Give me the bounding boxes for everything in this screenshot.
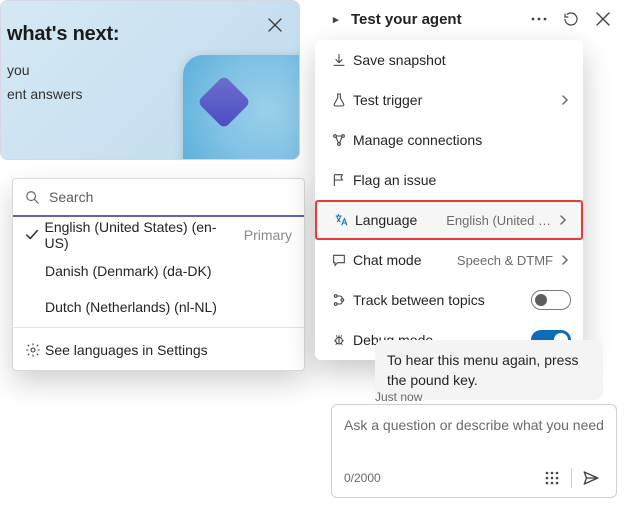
language-picker-popup: English (United States) (en-US) Primary … (12, 178, 305, 371)
language-icon (329, 212, 353, 228)
checkmark-icon (25, 228, 45, 242)
more-icon[interactable] (527, 7, 551, 31)
chat-input-placeholder: Ask a question or describe what you need (344, 415, 604, 455)
menu-manage-connections[interactable]: Manage connections (315, 120, 583, 160)
gear-icon (25, 342, 45, 358)
chat-input-box[interactable]: Ask a question or describe what you need… (331, 404, 617, 498)
chevron-right-icon (557, 214, 569, 226)
chevron-right-icon (559, 254, 571, 266)
language-search-input[interactable] (47, 188, 292, 206)
divider (571, 468, 572, 488)
flag-icon (327, 172, 351, 188)
chat-char-counter: 0/2000 (344, 471, 539, 485)
menu-save-snapshot[interactable]: Save snapshot (315, 40, 583, 80)
menu-value: English (United … (446, 213, 551, 228)
menu-label: Manage connections (353, 132, 571, 148)
language-primary-badge: Primary (244, 227, 292, 243)
divider (13, 327, 304, 328)
panel-title: Test your agent (351, 11, 462, 28)
menu-language[interactable]: Language English (United … (315, 200, 583, 240)
menu-label: Language (355, 212, 446, 228)
toggle-track[interactable] (531, 290, 571, 310)
keypad-icon[interactable] (539, 465, 565, 491)
download-icon (327, 52, 351, 68)
menu-label: Test trigger (353, 92, 559, 108)
menu-label: Track between topics (353, 292, 531, 308)
menu-chat-mode[interactable]: Chat mode Speech & DTMF (315, 240, 583, 280)
language-search-row (13, 179, 304, 217)
see-languages-in-settings[interactable]: See languages in Settings (13, 330, 304, 370)
menu-label: Chat mode (353, 252, 457, 268)
track-icon (327, 292, 351, 308)
chat-icon (327, 252, 351, 268)
panel-header: ▸ Test your agent (327, 2, 617, 36)
bug-icon (327, 332, 351, 348)
language-option-nl-nl[interactable]: Dutch (Netherlands) (nl-NL) (13, 289, 304, 325)
chat-message-text: To hear this menu again, press the pound… (387, 352, 578, 388)
menu-label: Save snapshot (353, 52, 571, 68)
connections-icon (327, 132, 351, 148)
chat-timestamp: Just now (375, 390, 603, 404)
panel-overflow-menu: Save snapshot Test trigger Manage connec… (315, 40, 583, 360)
chevron-right-icon (559, 94, 571, 106)
menu-flag-issue[interactable]: Flag an issue (315, 160, 583, 200)
search-icon (25, 190, 39, 204)
language-option-en-us[interactable]: English (United States) (en-US) Primary (13, 217, 304, 253)
card-illustration (183, 55, 300, 160)
language-option-label: Danish (Denmark) (da-DK) (45, 263, 211, 279)
card-title: what's next: (7, 23, 279, 46)
close-icon[interactable] (263, 13, 287, 37)
language-option-da-dk[interactable]: Danish (Denmark) (da-DK) (13, 253, 304, 289)
close-panel-icon[interactable] (591, 7, 615, 31)
flask-icon (327, 92, 351, 108)
menu-value: Speech & DTMF (457, 253, 553, 268)
menu-track-between-topics[interactable]: Track between topics (315, 280, 583, 320)
whats-next-card: what's next: you ent answers (0, 0, 300, 160)
language-option-label: English (United States) (en-US) (45, 219, 236, 251)
refresh-icon[interactable] (559, 7, 583, 31)
settings-link-label: See languages in Settings (45, 342, 208, 358)
test-agent-panel: ▸ Test your agent (327, 2, 617, 36)
language-option-label: Dutch (Netherlands) (nl-NL) (45, 299, 217, 315)
menu-test-trigger[interactable]: Test trigger (315, 80, 583, 120)
panel-title-row: ▸ Test your agent (333, 11, 527, 28)
menu-label: Flag an issue (353, 172, 571, 188)
collapse-icon[interactable]: ▸ (333, 13, 347, 26)
send-icon[interactable] (578, 465, 604, 491)
